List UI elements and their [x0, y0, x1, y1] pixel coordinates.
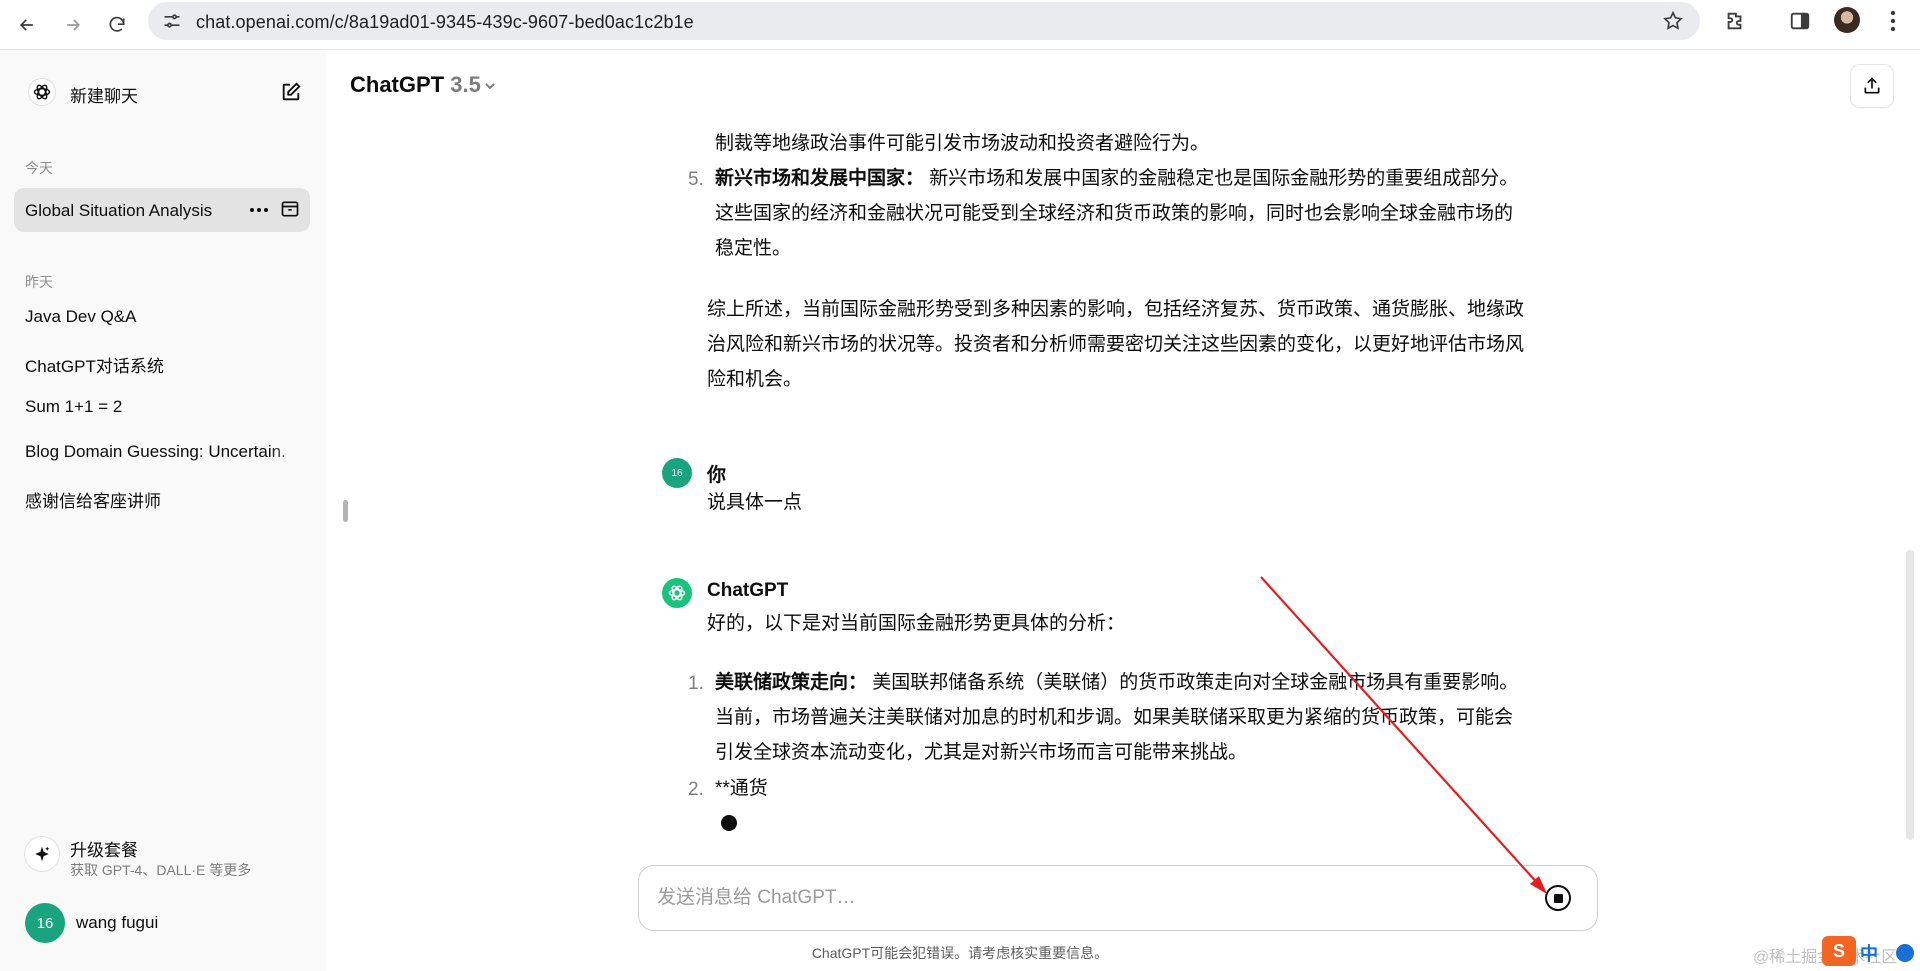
user-name: wang fugui [76, 913, 159, 932]
conversation-item[interactable]: Java Dev Q&A [14, 294, 310, 338]
conversation-item[interactable]: Blog Domain Guessing: Uncertain. [14, 429, 310, 473]
scrollbar[interactable] [1906, 550, 1914, 840]
browser-toolbar: chat.openai.com/c/8a19ad01-9345-439c-960… [0, 0, 1920, 50]
share-button[interactable] [1850, 64, 1894, 108]
new-chat-button[interactable]: 新建聊天 [14, 70, 312, 114]
chevron-down-icon[interactable] [482, 78, 498, 94]
user-avatar: 16 [25, 903, 65, 943]
message-composer [638, 865, 1598, 931]
chatgpt-avatar-icon [662, 578, 692, 608]
sparkle-icon [24, 836, 60, 872]
list-item-heading: 新兴市场和发展中国家： [715, 168, 925, 189]
stop-generating-button[interactable] [1545, 885, 1571, 911]
sidebar-collapse-handle[interactable] [343, 500, 348, 522]
forward-icon[interactable] [56, 8, 90, 42]
openai-logo-icon [28, 78, 56, 106]
section-today: 今天 [25, 160, 53, 176]
more-options-icon[interactable] [248, 200, 270, 220]
user-message-avatar: 16 [662, 458, 692, 488]
site-settings-icon[interactable] [162, 11, 182, 31]
archive-icon[interactable] [280, 199, 300, 219]
new-chat-edit-icon[interactable] [280, 81, 302, 103]
list-item-line: 稳定性。 [715, 238, 792, 259]
conversation-item[interactable]: Sum 1+1 = 2 [14, 384, 310, 428]
extensions-icon[interactable] [1722, 8, 1748, 34]
user-account-button[interactable]: 16 wang fugui [14, 898, 312, 948]
back-icon[interactable] [10, 8, 44, 42]
ime-toggle-icon [1896, 944, 1914, 962]
sidebar: 新建聊天 今天 Global Situation Analysis 昨天 Jav… [0, 50, 326, 971]
conversation-title: ChatGPT对话系统 [25, 357, 164, 376]
browser-menu-icon[interactable] [1880, 8, 1906, 34]
model-version: 3.5 [450, 72, 481, 97]
model-selector[interactable]: ChatGPT 3.5 [350, 72, 481, 98]
assistant-text: 制裁等地缘政治事件可能引发市场波动和投资者避险行为。 [715, 133, 1210, 154]
list-item-line: **通货 [715, 778, 768, 799]
list-item-text: 美国联邦储备系统（美联储）的货币政策走向对全球金融市场具有重要影响。 [872, 672, 1519, 693]
address-bar[interactable]: chat.openai.com/c/8a19ad01-9345-439c-960… [148, 2, 1700, 40]
summary-line: 治风险和新兴市场的状况等。投资者和分析师需要密切关注这些因素的变化，以更好地评估… [707, 334, 1525, 355]
list-number: 5. [688, 169, 704, 190]
user-message-text: 说具体一点 [707, 492, 803, 513]
share-icon [1864, 77, 1880, 94]
ime-language-indicator: 中 [1860, 944, 1878, 964]
stop-icon [1553, 893, 1563, 903]
side-panel-icon[interactable] [1787, 8, 1813, 34]
summary-line: 综上所述，当前国际金融形势受到多种因素的影响，包括经济复苏、货币政策、通货膨胀、… [707, 299, 1525, 320]
list-item-heading: 美联储政策走向： [715, 672, 868, 693]
section-yesterday: 昨天 [25, 274, 53, 290]
conversation-title: Sum 1+1 = 2 [25, 397, 123, 416]
conversation-title: 感谢信给客座讲师 [25, 492, 161, 511]
message-input[interactable] [657, 883, 1537, 913]
assistant-intro: 好的，以下是对当前国际金融形势更具体的分析： [707, 613, 1126, 634]
upgrade-subtitle: 获取 GPT-4、DALL·E 等更多 [70, 862, 252, 878]
list-number: 1. [688, 673, 704, 694]
reload-icon[interactable] [100, 8, 134, 42]
list-item-line: 引发全球资本流动变化，尤其是对新兴市场而言可能带来挑战。 [715, 742, 1248, 763]
list-item-text: 新兴市场和发展中国家的金融稳定也是国际金融形势的重要组成部分。 [929, 168, 1519, 189]
conversation-title: Blog Domain Guessing: Uncertain. [25, 442, 286, 461]
conversation-item[interactable]: 感谢信给客座讲师 [14, 474, 310, 518]
title-fade [270, 429, 310, 473]
disclaimer-text: ChatGPT可能会犯错误。请考虑核实重要信息。 [811, 945, 1109, 961]
conversation-title: Global Situation Analysis [25, 201, 213, 220]
profile-avatar[interactable] [1834, 7, 1860, 33]
model-name: ChatGPT [350, 72, 445, 97]
list-item-line: 当前，市场普遍关注美联储对加息的时机和步调。如果美联储采取更为紧缩的货币政策，可… [715, 707, 1514, 728]
list-number: 2. [688, 779, 704, 800]
user-author-label: 你 [707, 465, 727, 486]
upgrade-title: 升级套餐 [70, 841, 138, 860]
chatgpt-author-label: ChatGPT [707, 580, 789, 601]
list-item-line: 美联储政策走向： 美国联邦储备系统（美联储）的货币政策走向对全球金融市场具有重要… [715, 665, 1518, 700]
conversation-item[interactable]: ChatGPT对话系统 [14, 339, 310, 383]
new-chat-label: 新建聊天 [70, 87, 138, 106]
upgrade-plan-button[interactable]: 升级套餐 获取 GPT-4、DALL·E 等更多 [14, 826, 312, 886]
watermark-badge: S [1822, 936, 1856, 966]
list-item-line: 这些国家的经济和金融状况可能受到全球经济和货币政策的影响，同时也会影响全球金融市… [715, 203, 1514, 224]
bookmark-star-icon[interactable] [1662, 10, 1684, 32]
url-text[interactable]: chat.openai.com/c/8a19ad01-9345-439c-960… [196, 12, 694, 33]
conversation-item-active[interactable]: Global Situation Analysis [14, 188, 310, 232]
conversation-title: Java Dev Q&A [25, 307, 137, 326]
streaming-cursor [721, 815, 737, 831]
list-item-line: 新兴市场和发展中国家： 新兴市场和发展中国家的金融稳定也是国际金融形势的重要组成… [715, 161, 1518, 196]
summary-line: 险和机会。 [707, 369, 803, 390]
